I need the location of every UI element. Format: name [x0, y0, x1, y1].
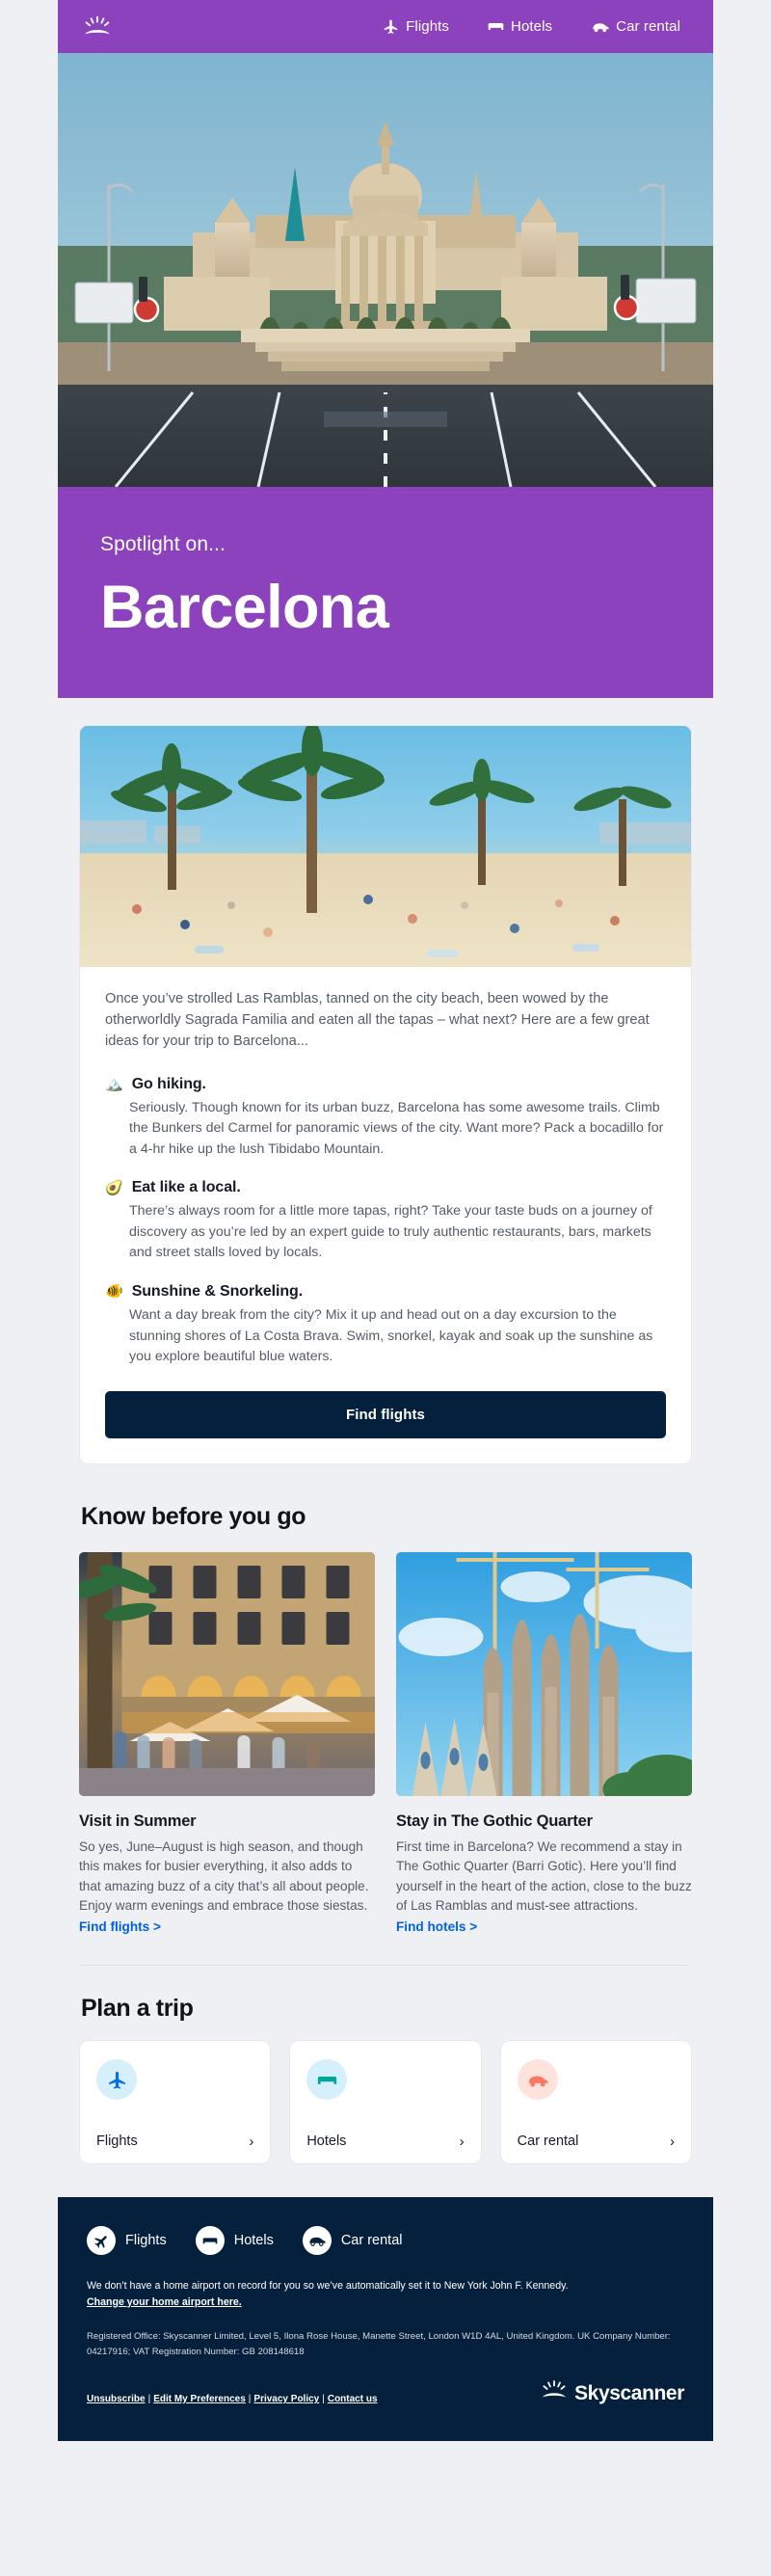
section-divider	[81, 1965, 690, 1967]
chevron-right-icon: ›	[669, 2133, 675, 2150]
footer-link-label: Flights	[125, 2233, 167, 2249]
bed-icon	[195, 2226, 225, 2256]
footer-bottom: Unsubscribe | Edit My Preferences | Privacy …	[87, 2380, 684, 2406]
airplane-icon	[87, 2226, 116, 2256]
top-navigation-bar: Flights Hotels Car rental	[58, 0, 713, 53]
email-container: Flights Hotels Car rental Spotlight on..…	[58, 0, 713, 2442]
hero-kicker: Spotlight on...	[100, 533, 226, 555]
home-airport-notice: We don’t have a home airport on record f…	[87, 2278, 684, 2310]
tip-text: Want a day break from the city? Mix it u…	[129, 1306, 653, 1365]
footer-quick-links: Flights Hotels Car rental	[87, 2226, 684, 2256]
tip-text: Seriously. Though known for its urban bu…	[129, 1099, 664, 1157]
plan-a-trip-cards: Flights › Hotels › Car rental ›	[79, 2040, 692, 2165]
sagrada-familia-photo	[396, 1551, 692, 1796]
tropical-fish-icon: 🐠	[105, 1283, 123, 1301]
know-before-heading: Know before you go	[81, 1502, 306, 1530]
plan-card-label: Flights	[96, 2133, 138, 2150]
know-before-card-summer: Visit in Summer So yes, June–August is h…	[79, 1551, 375, 1937]
nav-link-car-rental[interactable]: Car rental	[591, 18, 680, 35]
card-title: Stay in The Gothic Quarter	[396, 1811, 593, 1830]
footer-link-hotels[interactable]: Hotels	[195, 2226, 274, 2256]
hero-image	[58, 53, 713, 487]
plan-card-label: Hotels	[306, 2133, 347, 2150]
car-icon	[302, 2226, 332, 2256]
placa-reial-photo	[79, 1551, 375, 1796]
article-card: Once you’ve strolled Las Ramblas, tanned…	[79, 725, 692, 1464]
tip-text: There’s always room for a little more ta…	[129, 1203, 652, 1261]
mountain-icon: 🏔️	[105, 1076, 123, 1093]
find-hotels-link[interactable]: Find hotels >	[396, 1919, 477, 1934]
car-icon	[591, 18, 609, 35]
nav-link-label: Hotels	[511, 18, 553, 35]
tip-title: Eat like a local.	[131, 1179, 241, 1196]
home-airport-text: We don’t have a home airport on record f…	[87, 2280, 569, 2293]
hero-title-band: Spotlight on... Barcelona	[58, 487, 713, 698]
beach-photo	[80, 726, 691, 967]
car-icon	[517, 2059, 558, 2101]
footer-link-label: Car rental	[340, 2233, 403, 2249]
find-flights-link[interactable]: Find flights >	[79, 1919, 161, 1934]
nav-link-label: Car rental	[616, 18, 680, 35]
legal-text: Registered Office: Skyscanner Limited, L…	[87, 2331, 671, 2357]
card-title: Visit in Summer	[79, 1811, 197, 1830]
avocado-icon: 🥑	[105, 1179, 123, 1196]
footer-policy-links: Unsubscribe | Edit My Preferences | Privacy …	[87, 2392, 378, 2406]
tip-title: Go hiking.	[131, 1075, 206, 1092]
bed-icon	[306, 2059, 348, 2101]
chevron-right-icon: ›	[459, 2133, 465, 2150]
edit-preferences-link[interactable]: Edit My Preferences	[153, 2394, 246, 2404]
unsubscribe-link[interactable]: Unsubscribe	[87, 2394, 146, 2404]
intro-paragraph: Once you’ve strolled Las Ramblas, tanned…	[105, 991, 650, 1050]
plan-card-flights[interactable]: Flights ›	[79, 2040, 272, 2165]
nav-link-flights[interactable]: Flights	[383, 18, 449, 35]
tip-item: 🐠 Sunshine & Snorkeling. Want a day brea…	[105, 1283, 666, 1368]
find-flights-button[interactable]: Find flights	[105, 1390, 666, 1438]
tip-item: 🥑 Eat like a local. There’s always room …	[105, 1179, 666, 1264]
separator: |	[322, 2394, 325, 2405]
footer: Flights Hotels Car rental We don’t have …	[58, 2197, 713, 2442]
airplane-icon	[96, 2059, 137, 2101]
page-title: Barcelona	[100, 574, 389, 641]
plan-card-label: Car rental	[517, 2133, 579, 2150]
separator: |	[147, 2394, 151, 2405]
nav-links: Flights Hotels Car rental	[383, 18, 688, 35]
main-content: Once you’ve strolled Las Ramblas, tanned…	[58, 698, 713, 2165]
airplane-icon	[383, 18, 399, 35]
nav-link-hotels[interactable]: Hotels	[488, 18, 552, 35]
brand-name: Skyscanner	[574, 2381, 684, 2404]
footer-link-flights[interactable]: Flights	[87, 2226, 167, 2256]
card-text: So yes, June–August is high season, and …	[79, 1838, 369, 1913]
tip-title: Sunshine & Snorkeling.	[131, 1282, 304, 1300]
privacy-policy-link[interactable]: Privacy Policy	[253, 2394, 319, 2404]
skyscanner-sunburst-icon	[541, 2380, 568, 2406]
skyscanner-sunburst-icon[interactable]	[83, 15, 112, 38]
plan-card-car-rental[interactable]: Car rental ›	[499, 2040, 692, 2165]
tip-item: 🏔️ Go hiking. Seriously. Though known fo…	[105, 1076, 666, 1161]
know-before-cards: Visit in Summer So yes, June–August is h…	[79, 1551, 692, 1937]
know-before-card-gothic: Stay in The Gothic Quarter First time in…	[396, 1551, 692, 1937]
footer-link-label: Hotels	[233, 2233, 274, 2249]
nav-link-label: Flights	[406, 18, 450, 35]
bed-icon	[488, 18, 504, 35]
change-home-airport-link[interactable]: Change your home airport here.	[87, 2296, 242, 2308]
plan-a-trip-heading: Plan a trip	[81, 1995, 194, 2023]
skyscanner-brand: Skyscanner	[541, 2380, 684, 2406]
card-text: First time in Barcelona? We recommend a …	[396, 1838, 692, 1913]
article-body: Once you’ve strolled Las Ramblas, tanned…	[80, 967, 691, 1463]
contact-us-link[interactable]: Contact us	[328, 2394, 378, 2404]
footer-link-car-rental[interactable]: Car rental	[302, 2226, 403, 2256]
plan-card-hotels[interactable]: Hotels ›	[289, 2040, 482, 2165]
chevron-right-icon: ›	[249, 2133, 254, 2150]
